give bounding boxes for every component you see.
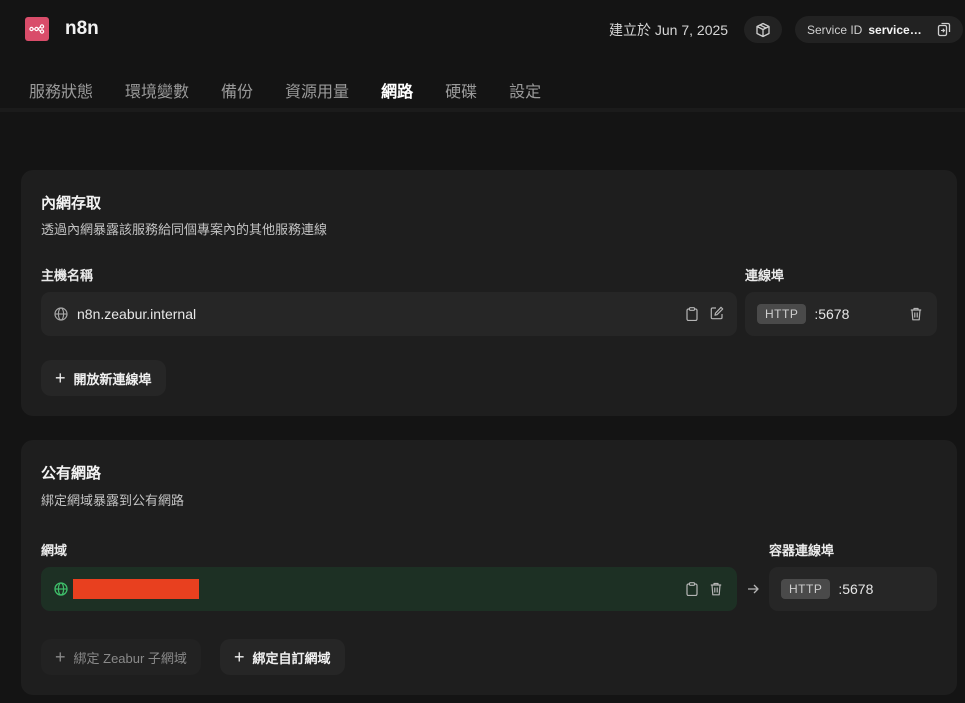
service-id-value: service-… (868, 22, 925, 37)
app-name: n8n (65, 18, 99, 39)
public-network-description: 綁定網域暴露到公有網路 (41, 493, 185, 508)
public-network-title: 公有網路 (41, 465, 102, 482)
bind-zeabur-subdomain-button[interactable]: + 綁定 Zeabur 子網域 (41, 639, 201, 675)
bind-zeabur-label: 綁定 Zeabur 子網域 (73, 650, 187, 666)
hostname-row: n8n.zeabur.internal (41, 292, 737, 336)
private-network-card: 內網存取 透過內網暴露該服務給同個專案內的其他服務連線 主機名稱 連線埠 n8n… (21, 170, 957, 416)
domain-row[interactable] (41, 567, 737, 611)
bind-custom-domain-button[interactable]: + 綁定自訂網域 (220, 639, 345, 675)
add-port-button[interactable]: + 開放新連線埠 (41, 360, 166, 396)
edit-icon[interactable] (710, 306, 724, 320)
redacted-domain (73, 579, 199, 599)
public-network-card: 公有網路 綁定網域暴露到公有網路 網域 容器連線埠 HTTP:5678 + 綁… (21, 440, 957, 695)
domain-label: 網域 (41, 543, 68, 558)
globe-icon (54, 582, 68, 596)
private-network-description: 透過內網暴露該服務給同個專案內的其他服務連線 (41, 222, 328, 237)
tab-divider (0, 108, 965, 112)
app-logo (25, 17, 49, 41)
header: n8n 建立於 Jun 7, 2025 Service ID service-… (0, 0, 965, 58)
private-port-row: HTTP :5678 (745, 292, 937, 336)
arrow-right-icon (747, 583, 759, 595)
add-port-label: 開放新連線埠 (73, 371, 152, 387)
tab-networking[interactable]: 網路 (381, 78, 413, 102)
n8n-logo-icon (29, 24, 45, 34)
trash-icon[interactable] (910, 307, 922, 321)
plus-icon: + (55, 647, 66, 667)
container-port-label: 容器連線埠 (769, 543, 835, 558)
tab-environment-variables[interactable]: 環境變數 (125, 78, 189, 102)
bind-custom-label: 綁定自訂網域 (252, 650, 331, 666)
created-date: 建立於 Jun 7, 2025 (609, 22, 729, 38)
container-port-row: HTTP :5678 (769, 567, 937, 611)
tab-bar: 服務狀態 環境變數 備份 資源用量 網路 硬碟 設定 (29, 78, 573, 102)
plus-icon: + (234, 647, 245, 667)
hostname-value: n8n.zeabur.internal (77, 306, 197, 322)
service-id-label: Service ID (807, 22, 863, 37)
plus-icon: + (55, 368, 66, 388)
clipboard-icon[interactable] (686, 582, 698, 596)
port-value: :5678 (814, 306, 850, 322)
tab-settings[interactable]: 設定 (509, 78, 541, 102)
globe-icon (54, 307, 68, 321)
tab-resource-usage[interactable]: 資源用量 (285, 78, 349, 102)
protocol-badge: HTTP (757, 304, 807, 324)
tab-service-status[interactable]: 服務狀態 (29, 78, 93, 102)
service-id-pill: Service ID service-… (795, 16, 963, 43)
tab-backup[interactable]: 備份 (221, 78, 253, 102)
hostname-label: 主機名稱 (41, 268, 94, 283)
clipboard-icon[interactable] (686, 307, 698, 321)
copy-icon[interactable] (937, 22, 951, 37)
port-label: 連線埠 (745, 268, 785, 283)
protocol-badge: HTTP (781, 579, 831, 599)
template-button[interactable] (744, 16, 782, 43)
trash-icon[interactable] (710, 582, 722, 596)
container-port-value: :5678 (838, 581, 874, 597)
cube-icon (756, 22, 770, 37)
tab-volumes[interactable]: 硬碟 (445, 78, 477, 102)
private-network-title: 內網存取 (41, 195, 102, 212)
